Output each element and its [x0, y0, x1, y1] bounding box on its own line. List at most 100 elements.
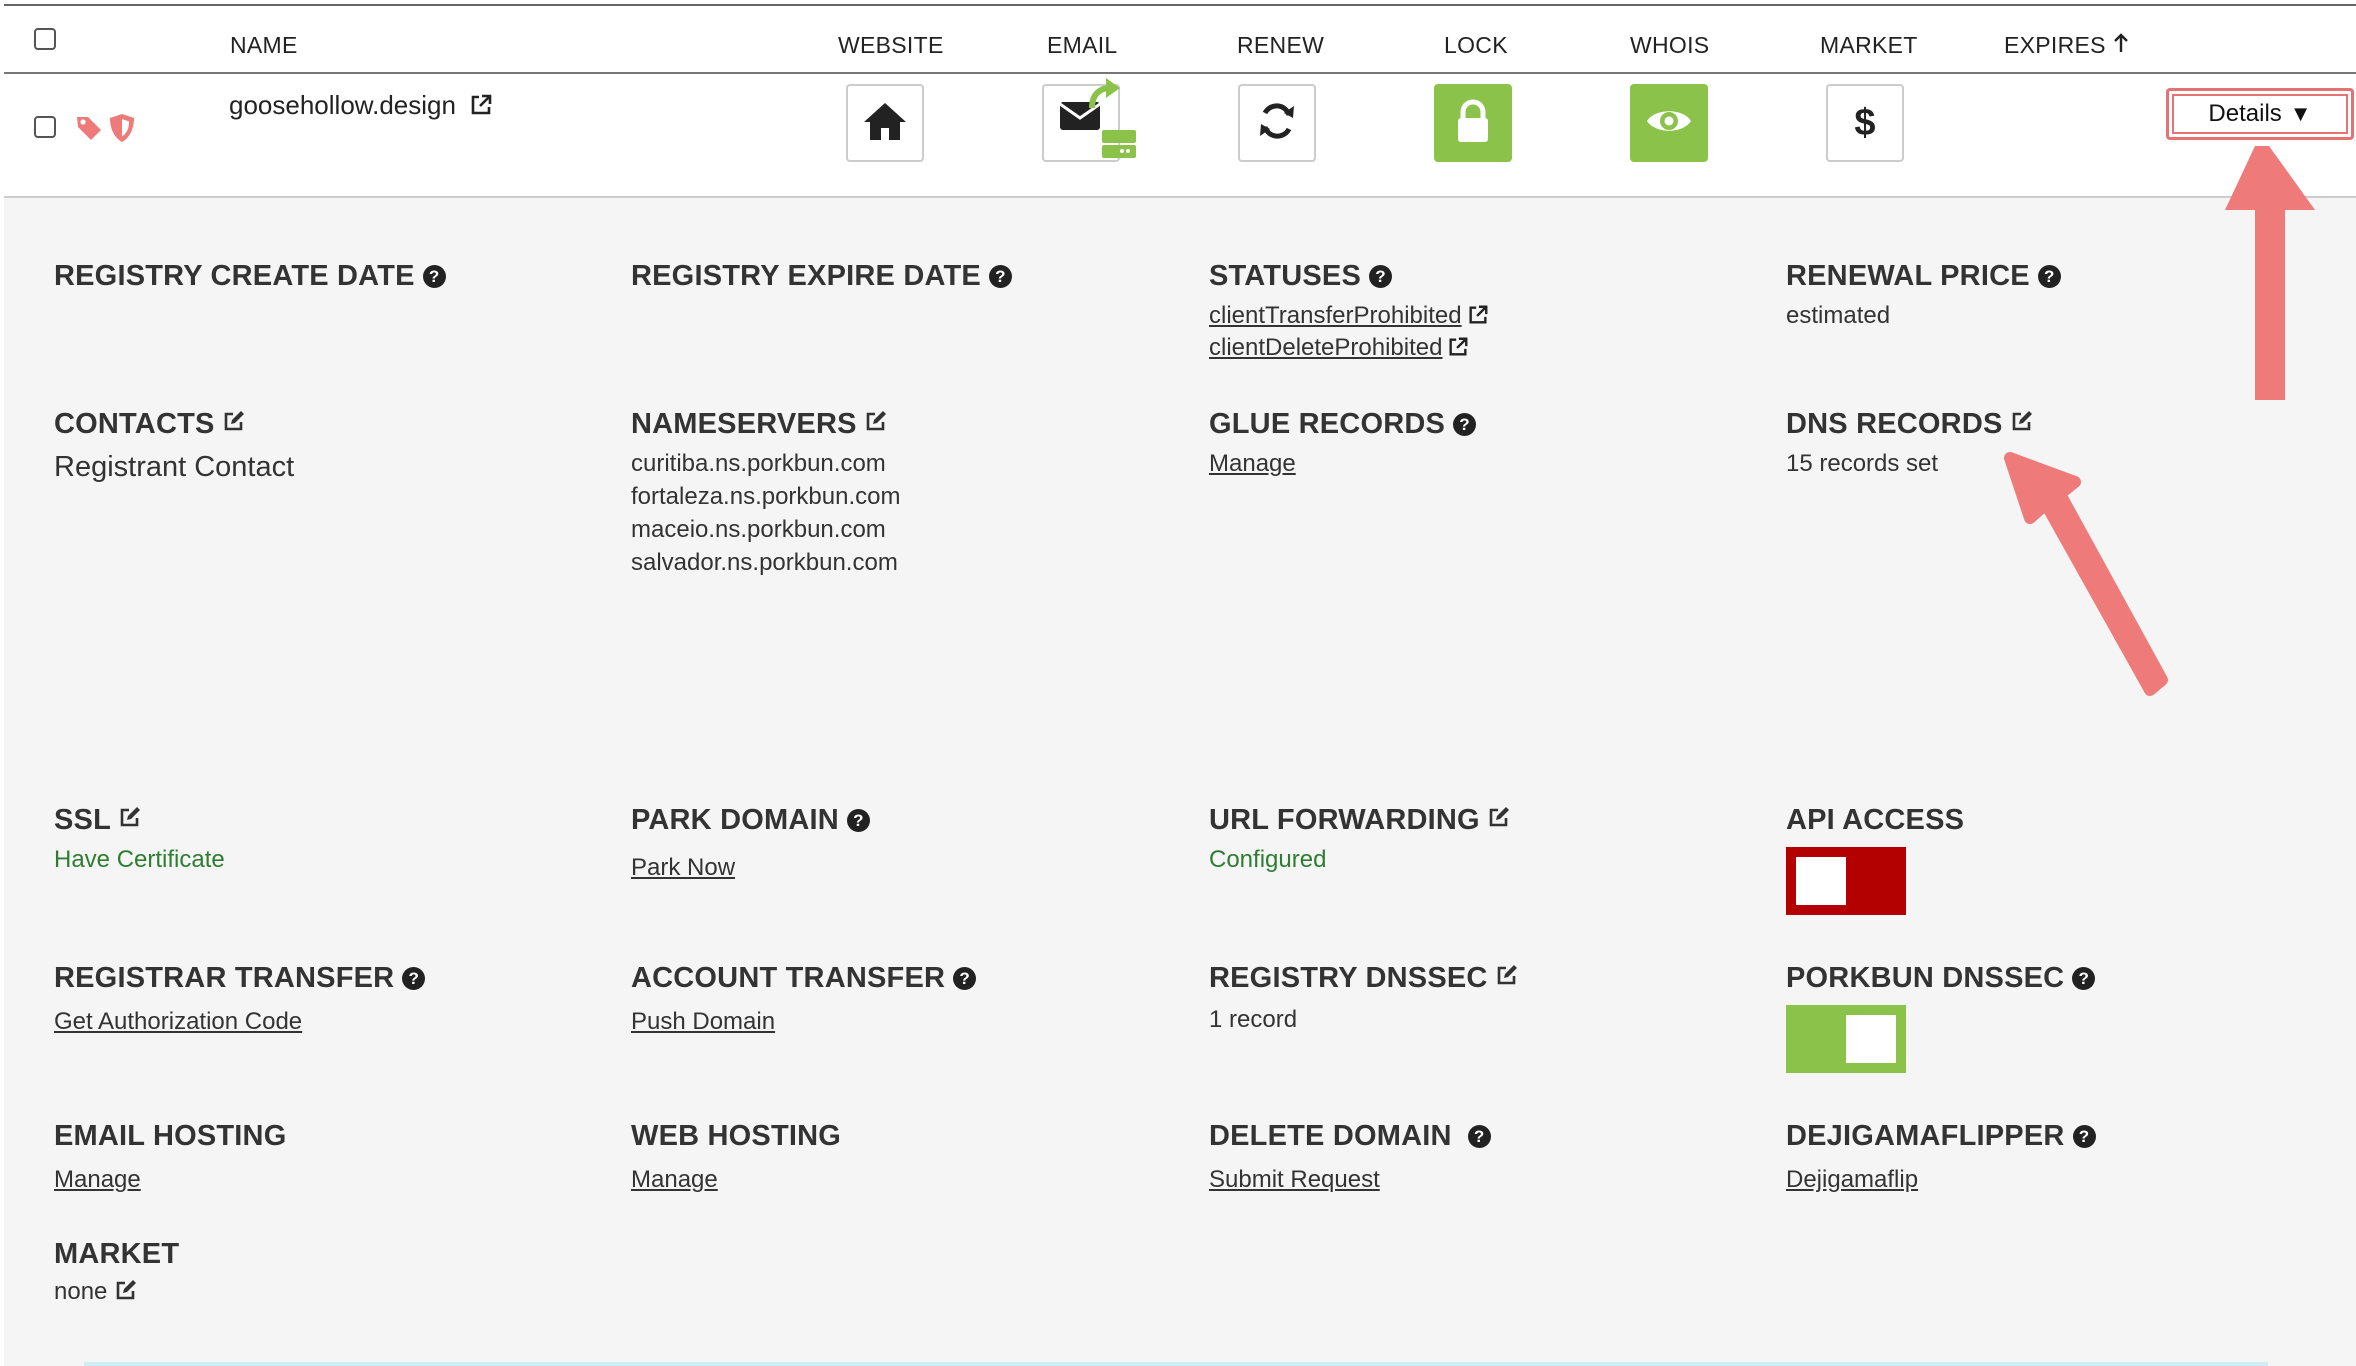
select-all-checkbox[interactable] [34, 28, 56, 50]
registry-create-date: REGISTRY CREATE DATE? [54, 260, 446, 293]
column-website[interactable]: WEBSITE [838, 32, 944, 59]
domain-name-link[interactable]: goosehollow.design [229, 90, 493, 124]
web-hosting: WEB HOSTING Manage [631, 1120, 841, 1196]
nameserver-item: salvador.ns.porkbun.com [631, 549, 898, 576]
email-forward-icon [1044, 78, 1136, 162]
dns-records: DNS RECORDS 15 records set [1786, 408, 2034, 480]
edit-icon[interactable] [2010, 408, 2034, 441]
dejigamaflip-link[interactable]: Dejigamaflip [1786, 1166, 1918, 1193]
edit-icon[interactable] [1487, 804, 1511, 837]
help-icon[interactable]: ? [1467, 1125, 1491, 1148]
nameservers-label: NAMESERVERS [631, 408, 857, 440]
contacts-value[interactable]: Registrant Contact [54, 451, 294, 484]
domain-name: goosehollow.design [229, 90, 456, 120]
url-forwarding-value: Configured [1209, 846, 1327, 873]
column-market[interactable]: MARKET [1820, 32, 1918, 59]
park-domain-label: PARK DOMAIN [631, 804, 839, 836]
api-access-toggle[interactable] [1786, 847, 1906, 915]
get-authorization-code-link[interactable]: Get Authorization Code [54, 1008, 302, 1035]
api-access-label: API ACCESS [1786, 804, 1965, 836]
tag-icon[interactable] [75, 114, 103, 147]
help-icon[interactable]: ? [2037, 265, 2061, 288]
status-text: clientDeleteProhibited [1209, 334, 1443, 361]
contacts-label: CONTACTS [54, 408, 215, 440]
url-forwarding-label: URL FORWARDING [1209, 804, 1480, 836]
registry-create-date-label: REGISTRY CREATE DATE [54, 260, 415, 292]
status-link[interactable]: clientTransferProhibited [1209, 299, 1489, 332]
shield-icon[interactable] [107, 112, 137, 149]
help-icon[interactable]: ? [953, 967, 977, 990]
email-hosting-manage-link[interactable]: Manage [54, 1166, 141, 1193]
external-link-icon [469, 93, 493, 124]
edit-icon[interactable] [114, 1275, 138, 1308]
email-button[interactable] [1042, 78, 1136, 162]
details-button[interactable]: Details ▼ [2166, 88, 2354, 140]
lock-button[interactable] [1434, 84, 1512, 162]
registry-dnssec-value: 1 record [1209, 1006, 1298, 1033]
ssl-label: SSL [54, 804, 111, 836]
edit-icon[interactable] [1495, 962, 1519, 995]
column-name[interactable]: NAME [230, 32, 298, 59]
edit-icon[interactable] [118, 804, 142, 837]
delete-domain-label: DELETE DOMAIN [1209, 1120, 1452, 1152]
whois-button[interactable] [1630, 84, 1708, 162]
edit-icon[interactable] [864, 408, 888, 441]
column-expires-label: EXPIRES [2004, 32, 2106, 58]
help-icon[interactable]: ? [422, 265, 446, 288]
market: MARKET none [54, 1238, 179, 1308]
column-email[interactable]: EMAIL [1047, 32, 1118, 59]
renew-button[interactable] [1238, 84, 1316, 162]
eye-icon [1645, 104, 1693, 143]
nameserver-item: maceio.ns.porkbun.com [631, 516, 886, 543]
help-icon[interactable]: ? [2072, 967, 2096, 990]
email-hosting-label: EMAIL HOSTING [54, 1120, 287, 1152]
registry-dnssec: REGISTRY DNSSEC 1 record [1209, 962, 1519, 1036]
registrar-transfer: REGISTRAR TRANSFER? Get Authorization Co… [54, 962, 426, 1038]
dejigamaflipper-label: DEJIGAMAFLIPPER [1786, 1120, 2065, 1152]
registry-expire-date: REGISTRY EXPIRE DATE? [631, 260, 1012, 293]
ssl: SSL Have Certificate [54, 804, 225, 876]
web-hosting-manage-link[interactable]: Manage [631, 1166, 718, 1193]
help-icon[interactable]: ? [2072, 1125, 2096, 1148]
api-access: API ACCESS [1786, 804, 1964, 915]
help-icon[interactable]: ? [402, 967, 426, 990]
renewal-price-label: RENEWAL PRICE [1786, 260, 2030, 292]
porkbun-dnssec-toggle[interactable] [1786, 1005, 1906, 1073]
registry-expire-date-label: REGISTRY EXPIRE DATE [631, 260, 981, 292]
external-link-icon [1447, 334, 1469, 361]
help-icon[interactable]: ? [988, 265, 1012, 288]
column-lock[interactable]: LOCK [1444, 32, 1508, 59]
panel-bottom-border [84, 1362, 2268, 1366]
dollar-icon: $ [1854, 101, 1876, 144]
statuses: STATUSES? clientTransferProhibited clien… [1209, 260, 1489, 364]
caret-down-icon: ▼ [2289, 101, 2312, 126]
market-button[interactable]: $ [1826, 84, 1904, 162]
column-whois[interactable]: WHOIS [1630, 32, 1709, 59]
park-now-link[interactable]: Park Now [631, 854, 735, 881]
dns-records-label: DNS RECORDS [1786, 408, 2003, 440]
status-text: clientTransferProhibited [1209, 302, 1462, 329]
push-domain-link[interactable]: Push Domain [631, 1008, 775, 1035]
help-icon[interactable]: ? [1368, 265, 1392, 288]
help-icon[interactable]: ? [846, 809, 870, 832]
nameserver-item: fortaleza.ns.porkbun.com [631, 483, 901, 510]
column-expires[interactable]: EXPIRES [2004, 32, 2129, 59]
table-header: NAME WEBSITE EMAIL RENEW LOCK WHOIS MARK… [4, 4, 2356, 74]
status-link[interactable]: clientDeleteProhibited [1209, 331, 1489, 364]
column-renew[interactable]: RENEW [1237, 32, 1324, 59]
edit-icon[interactable] [222, 408, 246, 441]
glue-records-manage-link[interactable]: Manage [1209, 450, 1296, 477]
email-hosting: EMAIL HOSTING Manage [54, 1120, 286, 1196]
porkbun-dnssec: PORKBUN DNSSEC? [1786, 962, 2096, 1073]
renewal-price: RENEWAL PRICE? estimated [1786, 260, 2061, 332]
domain-checkbox[interactable] [34, 116, 56, 138]
url-forwarding: URL FORWARDING Configured [1209, 804, 1511, 876]
domain-row: goosehollow.design $ Details ▼ [4, 74, 2356, 198]
submit-request-link[interactable]: Submit Request [1209, 1166, 1380, 1193]
website-button[interactable] [846, 84, 924, 162]
nameservers: NAMESERVERS curitiba.ns.porkbun.com fort… [631, 408, 900, 579]
registry-dnssec-label: REGISTRY DNSSEC [1209, 962, 1488, 994]
help-icon[interactable]: ? [1453, 413, 1477, 436]
market-value: none [54, 1278, 108, 1305]
dejigamaflipper: DEJIGAMAFLIPPER? Dejigamaflip [1786, 1120, 2096, 1196]
